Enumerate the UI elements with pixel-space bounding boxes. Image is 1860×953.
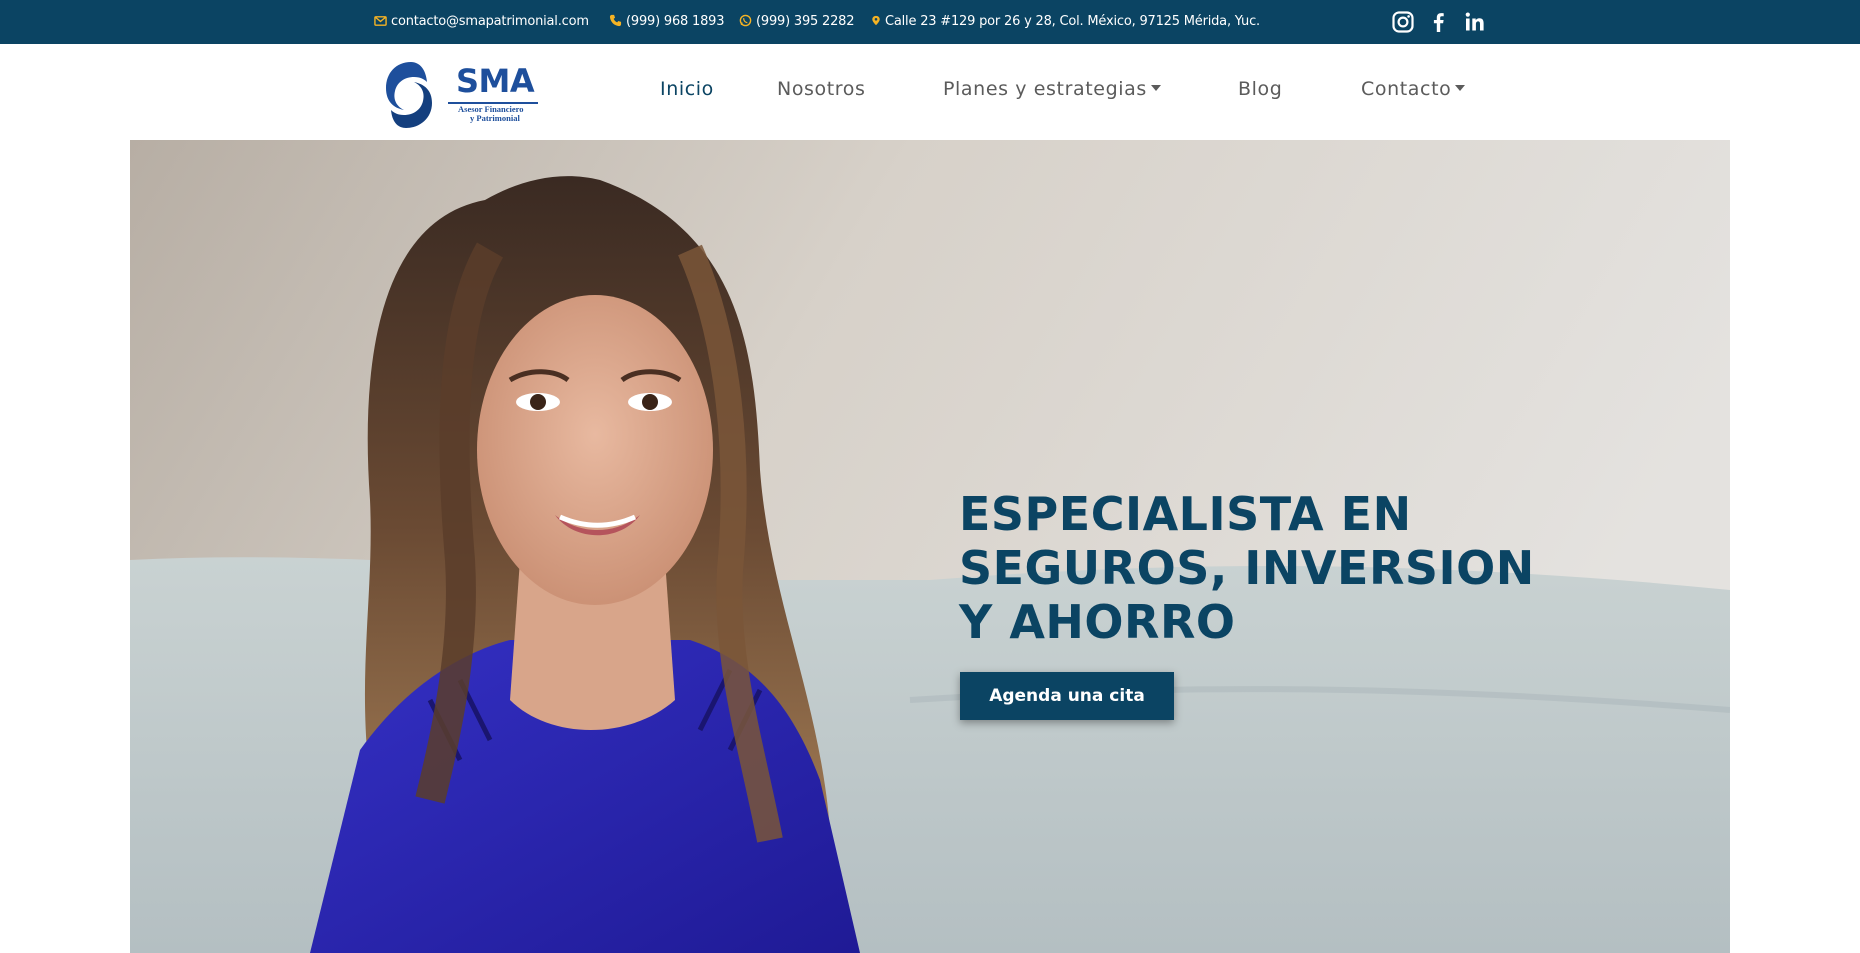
contact-whatsapp[interactable]: (999) 395 2282 xyxy=(739,13,855,30)
nav-item-label: Planes y estrategias xyxy=(943,78,1147,100)
nav-item-inicio[interactable]: Inicio xyxy=(660,77,714,101)
map-marker-icon xyxy=(872,15,880,26)
sma-logo[interactable]: SMA Asesor Financiero y Patrimonial xyxy=(380,58,540,130)
caret-down-icon xyxy=(1455,85,1466,91)
logo-wordmark: SMA xyxy=(456,62,535,100)
envelope-icon xyxy=(374,16,387,26)
caret-down-icon xyxy=(1150,85,1161,91)
linkedin-icon[interactable] xyxy=(1462,9,1488,35)
nav-item-contacto[interactable]: Contacto xyxy=(1361,77,1466,101)
logo-tagline-2: y Patrimonial xyxy=(470,113,520,123)
nav-item-label: Contacto xyxy=(1361,78,1452,100)
nav-item-nosotros[interactable]: Nosotros xyxy=(777,77,866,101)
nav-item-label: Nosotros xyxy=(777,78,866,100)
nav-item-label: Blog xyxy=(1238,78,1283,100)
nav-item-blog[interactable]: Blog xyxy=(1238,77,1282,101)
hero-headline-line-1: ESPECIALISTA EN xyxy=(959,487,1412,541)
facebook-icon[interactable] xyxy=(1426,9,1452,35)
agenda-cita-button[interactable]: Agenda una cita xyxy=(960,672,1174,720)
instagram-icon[interactable] xyxy=(1390,9,1416,35)
nav-item-label: Inicio xyxy=(660,78,714,100)
hero-headline-line-3: Y AHORRO xyxy=(959,595,1236,649)
contact-email[interactable]: contacto@smapatrimonial.com xyxy=(374,13,589,30)
hero-headline-line-2: SEGUROS, INVERSION xyxy=(959,541,1535,595)
contact-address[interactable]: Calle 23 #129 por 26 y 28, Col. México, … xyxy=(871,13,1260,30)
contact-phone[interactable]: (999) 968 1893 xyxy=(609,13,725,30)
contact-email-text: contacto@smapatrimonial.com xyxy=(391,14,589,29)
main-navbar: SMA Asesor Financiero y Patrimonial Inic… xyxy=(0,44,1860,140)
hero-banner: ESPECIALISTA EN SEGUROS, INVERSION Y AHO… xyxy=(130,140,1730,953)
top-contact-bar: contacto@smapatrimonial.com (999) 968 18… xyxy=(0,0,1860,44)
phone-icon xyxy=(609,14,622,27)
contact-whatsapp-text: (999) 395 2282 xyxy=(756,14,855,29)
whatsapp-icon xyxy=(739,14,752,27)
nav-item-planes[interactable]: Planes y estrategias xyxy=(943,77,1161,101)
contact-address-text: Calle 23 #129 por 26 y 28, Col. México, … xyxy=(885,14,1260,29)
contact-phone-text: (999) 968 1893 xyxy=(626,14,725,29)
hero-headline: ESPECIALISTA EN SEGUROS, INVERSION Y AHO… xyxy=(959,487,1579,649)
